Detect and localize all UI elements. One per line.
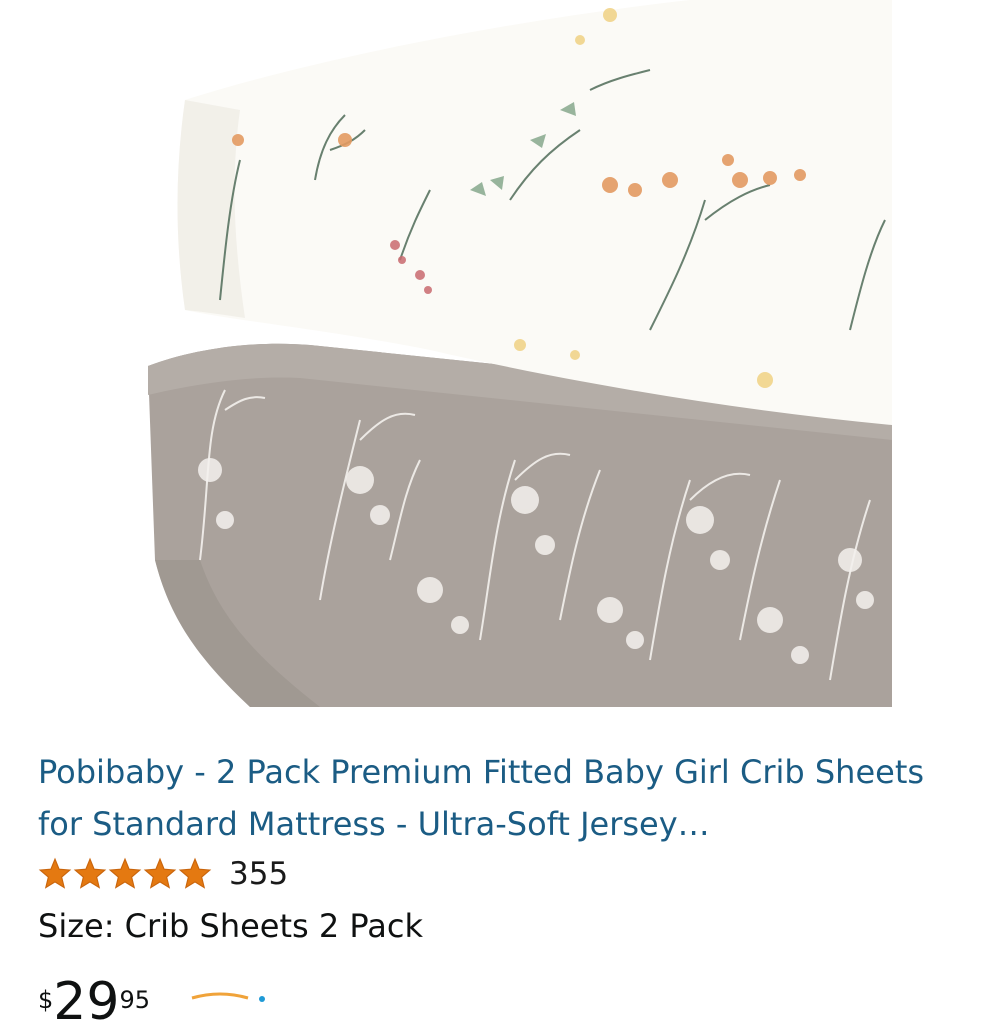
product-image[interactable] (130, 0, 892, 707)
price-whole: 29 (53, 972, 120, 1032)
price: $2995 (38, 972, 150, 1032)
rating-row[interactable]: 355 (38, 852, 288, 896)
star-icon (108, 857, 142, 889)
product-title-link[interactable]: Pobibaby - 2 Pack Premium Fitted Baby Gi… (38, 746, 938, 850)
star-icon (143, 857, 177, 889)
size-selection: Size: Crib Sheets 2 Pack (38, 907, 423, 945)
star-icon (38, 857, 72, 889)
review-count[interactable]: 355 (229, 856, 288, 892)
star-icon (73, 857, 107, 889)
star-icon (178, 857, 212, 889)
currency-symbol: $ (38, 986, 54, 1014)
star-rating (38, 857, 213, 891)
price-fraction: 95 (119, 986, 150, 1014)
prime-badge-icon (191, 992, 265, 1002)
